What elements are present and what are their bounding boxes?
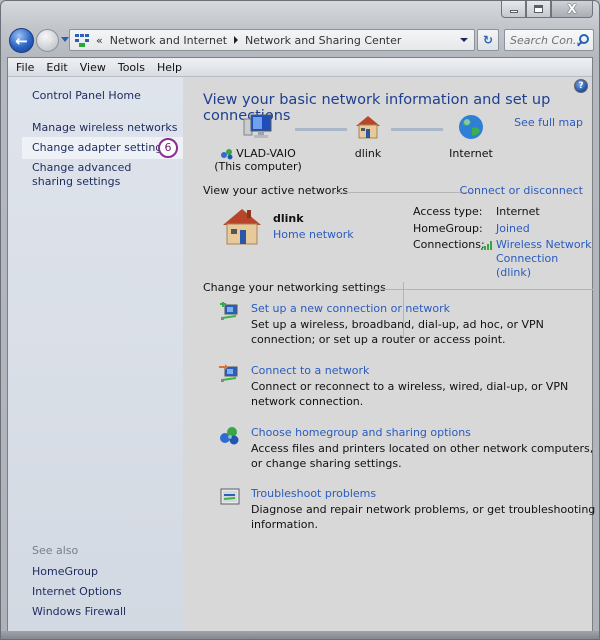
connect-network-icon	[219, 364, 238, 382]
house-icon	[356, 116, 380, 139]
address-bar[interactable]: « Network and Internet Network and Shari…	[69, 29, 475, 51]
access-type-label: Access type:	[413, 205, 483, 218]
caption-buttons: X	[501, 1, 593, 18]
search-icon[interactable]	[579, 34, 589, 44]
connection-line-2: Connection (dlink)	[496, 252, 559, 279]
troubleshoot-problems-desc: Diagnose and repair network problems, or…	[251, 503, 596, 531]
main-pane: ? View your basic network information an…	[183, 77, 595, 632]
homegroup-icon	[220, 427, 239, 445]
breadcrumb-network-and-internet[interactable]: Network and Internet	[110, 34, 227, 47]
maximize-button[interactable]	[526, 1, 551, 18]
navigation-bar: ← → « Network and Internet Network and S…	[7, 27, 594, 53]
connect-to-network-desc: Connect or reconnect to a wireless, wire…	[251, 380, 569, 408]
section-divider	[335, 192, 472, 193]
breadcrumb-network-and-sharing-center[interactable]: Network and Sharing Center	[245, 34, 401, 47]
forward-button[interactable]: →	[36, 29, 59, 52]
address-overflow-chevron[interactable]: «	[96, 34, 103, 47]
menu-bar: File Edit View Tools Help	[8, 58, 592, 77]
router-label: dlink	[354, 147, 382, 160]
choose-homegroup-link[interactable]: Choose homegroup and sharing options	[251, 426, 471, 439]
sidebar-change-adapter-settings-label: Change adapter settings	[32, 141, 169, 154]
change-settings-heading: Change your networking settings	[203, 281, 386, 294]
see-also-windows-firewall[interactable]: Windows Firewall	[32, 605, 126, 619]
refresh-button[interactable]: ↻	[477, 29, 499, 51]
internet-node[interactable]	[441, 113, 501, 141]
menu-view[interactable]: View	[74, 61, 112, 74]
connect-or-disconnect-link[interactable]: Connect or disconnect	[460, 184, 583, 197]
computer-name: VLAD-VAIO	[236, 147, 296, 160]
map-connector-line	[391, 128, 443, 131]
internet-label: Internet	[449, 147, 493, 160]
search-input[interactable]: Search Con...	[504, 29, 594, 51]
recent-pages-dropdown[interactable]	[61, 37, 69, 42]
homegroup-joined-link[interactable]: Joined	[496, 222, 530, 235]
network-control-panel-icon	[74, 32, 90, 48]
map-connector-line	[295, 128, 347, 131]
breadcrumb-separator-icon[interactable]	[234, 36, 239, 44]
minimize-icon	[509, 10, 518, 13]
refresh-icon: ↻	[482, 33, 494, 47]
see-full-map-link[interactable]: See full map	[514, 116, 583, 129]
forward-arrow-icon: →	[42, 33, 53, 48]
troubleshoot-icon	[220, 488, 240, 505]
menu-file[interactable]: File	[10, 61, 40, 74]
see-also-heading: See also	[32, 544, 79, 557]
home-network-icon	[223, 209, 261, 245]
help-glyph: ?	[578, 81, 584, 91]
this-computer-node[interactable]	[223, 113, 293, 141]
homegroup-small-icon	[221, 148, 233, 159]
see-also-internet-options[interactable]: Internet Options	[32, 585, 122, 599]
connections-label: Connections:	[413, 238, 485, 251]
see-also-homegroup[interactable]: HomeGroup	[32, 565, 98, 579]
new-connection-icon	[220, 302, 238, 320]
minimize-button[interactable]	[501, 1, 526, 18]
active-network-name: dlink	[273, 212, 304, 225]
computer-sub-label: (This computer)	[214, 160, 302, 173]
active-networks-heading: View your active networks	[203, 184, 349, 197]
sidebar-change-adapter-settings[interactable]: Change adapter settings 6	[22, 137, 183, 159]
sidebar-change-advanced-sharing-settings[interactable]: Change advanced sharing settings	[32, 161, 167, 189]
menu-help[interactable]: Help	[151, 61, 188, 74]
back-button[interactable]: ←	[9, 28, 34, 53]
search-placeholder: Search Con...	[510, 33, 584, 47]
set-up-new-connection-link[interactable]: Set up a new connection or network	[251, 302, 450, 315]
router-node[interactable]	[343, 113, 393, 141]
left-task-pane: Control Panel Home Manage wireless netwo…	[8, 77, 183, 632]
window-bottom-border	[1, 631, 599, 639]
set-up-new-connection-desc: Set up a wireless, broadband, dial-up, a…	[251, 318, 544, 346]
close-button[interactable]: X	[551, 1, 593, 18]
choose-homegroup-desc: Access files and printers located on oth…	[251, 442, 594, 470]
content-frame: File Edit View Tools Help Control Panel …	[7, 57, 595, 633]
close-icon: X	[567, 2, 577, 16]
troubleshoot-problems-link[interactable]: Troubleshoot problems	[251, 487, 376, 500]
homegroup-label: HomeGroup:	[413, 222, 483, 235]
section-divider	[371, 289, 593, 290]
connection-line-1: Wireless Network	[496, 238, 592, 251]
chevron-down-icon	[460, 38, 468, 42]
network-sharing-center-window: X ← → « Network and Internet Network and…	[0, 0, 600, 640]
computer-icon	[243, 114, 272, 138]
globe-icon	[459, 115, 483, 139]
connect-to-network-link[interactable]: Connect to a network	[251, 364, 369, 377]
menu-edit[interactable]: Edit	[40, 61, 73, 74]
access-type-value: Internet	[496, 205, 540, 218]
sidebar-manage-wireless-networks[interactable]: Manage wireless networks	[32, 121, 177, 135]
this-computer-label: VLAD-VAIO (This computer)	[213, 147, 303, 173]
sidebar-control-panel-home[interactable]: Control Panel Home	[32, 89, 141, 103]
wifi-signal-icon	[481, 241, 492, 250]
maximize-icon	[534, 5, 543, 13]
back-arrow-icon: ←	[15, 31, 28, 50]
help-icon[interactable]: ?	[574, 79, 588, 93]
wireless-connection-link[interactable]: Wireless Network Connection (dlink)	[496, 238, 592, 280]
menu-tools[interactable]: Tools	[112, 61, 151, 74]
network-type-link[interactable]: Home network	[273, 228, 354, 241]
step-number-badge: 6	[158, 138, 178, 158]
address-dropdown-button[interactable]	[454, 30, 474, 50]
